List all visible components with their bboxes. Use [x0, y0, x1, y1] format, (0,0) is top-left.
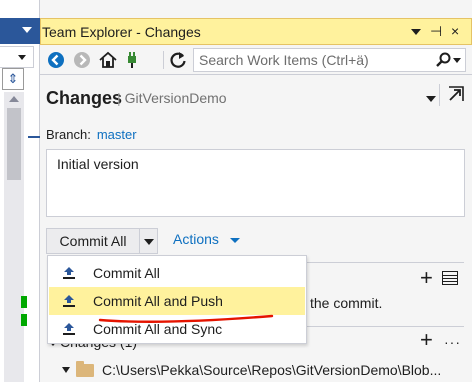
more-options-icon[interactable]: ··· — [444, 334, 461, 350]
refresh-icon[interactable] — [168, 50, 188, 70]
window-position-dropdown-icon[interactable] — [411, 29, 421, 35]
expand-folder-icon[interactable] — [62, 367, 70, 373]
commit-all-button[interactable]: Commit All — [47, 229, 139, 253]
pin-icon[interactable]: ⊣ — [430, 22, 442, 40]
repository-name: GitVersionDemo — [124, 90, 227, 106]
editor-member-dropdown[interactable] — [0, 46, 34, 68]
branch-info: Branch: master — [46, 127, 137, 142]
search-work-items-input[interactable] — [194, 49, 424, 71]
add-icon[interactable]: + — [420, 267, 433, 289]
chevron-down-icon — [144, 239, 154, 245]
commit-dropdown-menu: Commit All Commit All and Push Commit Al… — [47, 255, 307, 344]
commit-icon — [63, 267, 75, 279]
change-marker — [21, 296, 27, 308]
commit-sync-icon — [63, 323, 75, 335]
search-options-dropdown-icon[interactable] — [453, 58, 461, 63]
undock-icon[interactable] — [446, 84, 466, 104]
folder-path: C:\Users\Pekka\Source\Repos\GitVersionDe… — [102, 362, 442, 378]
editor-scrollbar[interactable] — [4, 92, 24, 382]
panel-title-bar[interactable]: Team Explorer - Changes ⊣ × — [40, 18, 472, 45]
panel-title: Team Explorer - Changes — [42, 24, 201, 40]
back-icon[interactable] — [46, 50, 66, 70]
close-icon[interactable]: × — [451, 22, 459, 40]
toolbar-separator — [163, 51, 164, 69]
branch-label: Branch: — [46, 127, 91, 142]
chevron-down-icon — [18, 55, 26, 60]
change-marker — [21, 314, 27, 326]
chevron-down-icon — [22, 27, 32, 33]
forward-icon[interactable] — [72, 50, 92, 70]
folder-icon — [76, 361, 94, 377]
editor-strip: ⇕ — [0, 0, 40, 382]
page-header: Changes | GitVersionDemo — [40, 78, 472, 114]
commit-hint-text: the commit. — [310, 295, 383, 311]
branch-link[interactable]: master — [97, 127, 137, 142]
menu-item-commit-all[interactable]: Commit All — [49, 259, 305, 287]
connect-icon[interactable] — [122, 50, 142, 70]
page-navigation-dropdown-icon[interactable] — [426, 96, 436, 102]
scroll-up-icon[interactable] — [9, 96, 19, 102]
team-explorer-toolbar — [40, 45, 472, 75]
page-subtitle: | GitVersionDemo — [117, 90, 227, 106]
commit-message-field[interactable]: Initial version — [46, 149, 465, 217]
list-view-icon[interactable] — [442, 271, 458, 285]
commit-all-split-button[interactable]: Commit All — [46, 228, 158, 254]
menu-item-label: Commit All and Push — [93, 293, 223, 309]
team-explorer-panel: Team Explorer - Changes ⊣ × Search Work … — [40, 0, 472, 382]
scroll-thumb[interactable] — [7, 108, 21, 180]
search-work-items-box[interactable] — [193, 48, 466, 72]
menu-item-commit-all-and-push[interactable]: Commit All and Push — [49, 287, 305, 315]
menu-item-label: Commit All — [93, 265, 160, 281]
header-separator — [439, 84, 440, 106]
red-underline-annotation — [98, 314, 274, 323]
home-icon[interactable] — [98, 50, 118, 70]
search-icon[interactable] — [435, 52, 451, 68]
editor-marker-line — [28, 136, 40, 138]
commit-push-icon — [63, 295, 75, 307]
actions-dropdown-icon[interactable] — [230, 238, 240, 243]
editor-tab-overflow[interactable] — [0, 18, 40, 44]
add-icon[interactable]: + — [420, 329, 433, 351]
commit-dropdown-button[interactable] — [139, 229, 157, 253]
split-window-icon[interactable]: ⇕ — [2, 68, 24, 90]
actions-link[interactable]: Actions — [173, 231, 219, 247]
page-title: Changes — [46, 88, 123, 108]
